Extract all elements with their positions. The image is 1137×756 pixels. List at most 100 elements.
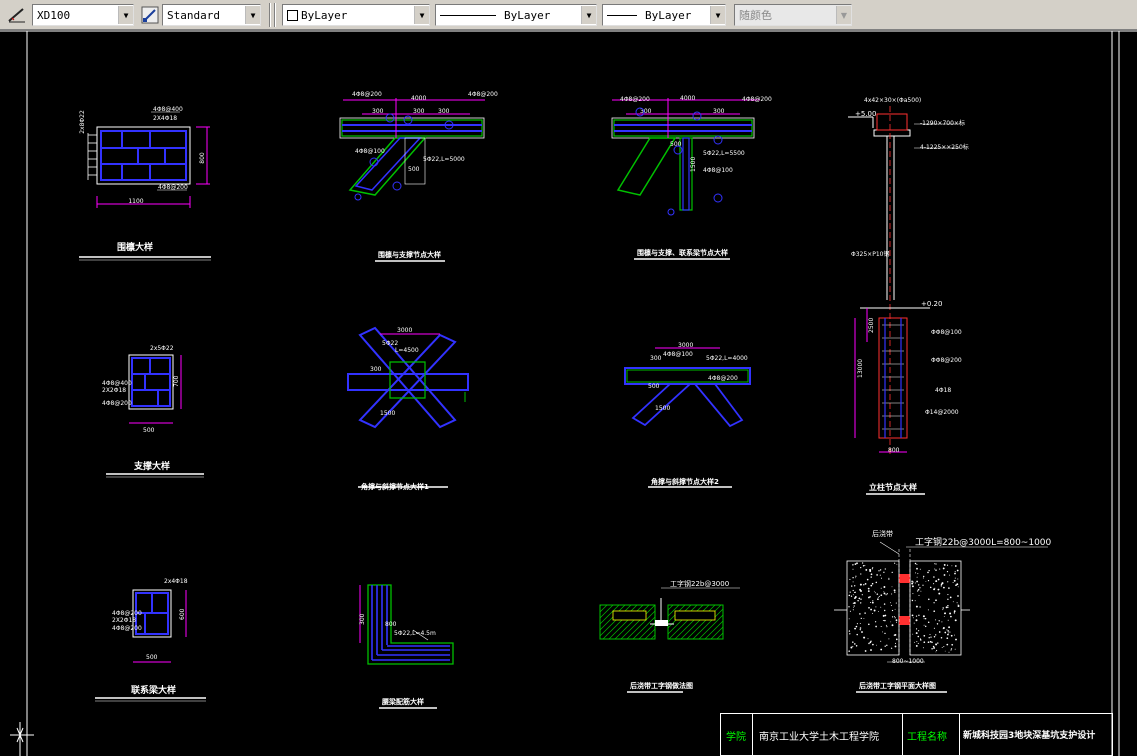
concrete-speckle — [954, 572, 956, 575]
concrete-speckle — [849, 633, 851, 635]
detail-post-cast-strip-steel[interactable]: 工字钢22b@3000 后浇带工字钢做法图 — [599, 579, 740, 693]
concrete-speckle — [957, 605, 960, 607]
concrete-speckle — [911, 614, 914, 617]
concrete-speckle — [942, 628, 944, 630]
concrete-speckle — [883, 603, 886, 605]
dimstyle-dropdown[interactable]: XD100 ▼ — [32, 4, 134, 26]
concrete-speckle — [940, 585, 942, 587]
concrete-speckle — [880, 577, 883, 579]
concrete-speckle — [872, 567, 874, 569]
detail-post-cast-strip-plan[interactable]: 800~1000 后浇带 工字钢22b@3000L=800~1000 后浇带工字… — [834, 529, 1052, 693]
note-text: 工字钢22b@3000L=800~1000 — [915, 536, 1052, 548]
concrete-speckle — [880, 606, 882, 608]
concrete-speckle — [957, 595, 959, 597]
concrete-speckle — [944, 631, 947, 634]
concrete-speckle — [859, 597, 861, 599]
dim-text: 600 — [179, 608, 186, 620]
detail-ring-beam[interactable]: 1100 800 2x8Φ22 4Φ8@400 2X4Φ18 4Φ8@200 围… — [79, 106, 211, 261]
concrete-speckle — [850, 646, 853, 649]
textstyle-dropdown[interactable]: Standard ▼ — [162, 4, 261, 26]
concrete-speckle — [912, 581, 914, 583]
concrete-speckle — [922, 584, 924, 586]
concrete-speckle — [859, 629, 861, 631]
concrete-speckle — [855, 575, 857, 577]
concrete-speckle — [946, 637, 949, 640]
dim-text: 300 — [413, 108, 425, 115]
dim-text: 800 — [888, 447, 900, 454]
note-text: 2X2Φ18 — [112, 617, 136, 624]
concrete-speckle — [870, 573, 873, 576]
detail-ring-beam-brace-node[interactable]: 4000 300 300 300 500 4Φ8@200 4Φ8@100 5Φ2… — [339, 91, 498, 262]
concrete-speckle — [929, 640, 932, 643]
concrete-speckle — [886, 593, 888, 595]
concrete-speckle — [952, 582, 954, 583]
lineweight-dropdown[interactable]: ByLayer ▼ — [602, 4, 726, 26]
layer-color-value: ByLayer — [301, 8, 348, 22]
detail-brace[interactable]: 500 700 2x5Φ22 4Φ8@400 2X2Φ18 4Φ8@200 支撑… — [102, 345, 204, 478]
drawing-canvas[interactable]: 1100 800 2x8Φ22 4Φ8@400 2X4Φ18 4Φ8@200 围… — [0, 30, 1137, 756]
concrete-speckle — [937, 578, 940, 581]
textstyle-value: Standard — [167, 8, 220, 22]
detail-tie-beam[interactable]: 500 600 2x4Φ18 4Φ8@200 2X2Φ18 4Φ8@200 联系… — [95, 578, 206, 702]
detail-corner-brace-node-1[interactable]: 3000 1500 300 5Φ22 L=4500 角撑与斜撑节点大样1 — [347, 326, 469, 491]
concrete-speckle — [943, 586, 945, 589]
concrete-speckle — [927, 641, 930, 644]
concrete-speckle — [949, 596, 952, 599]
note-text: 5Φ22,L=4000 — [706, 355, 748, 362]
concrete-speckle — [953, 612, 956, 614]
concrete-speckle — [915, 619, 918, 622]
textstyle-icon[interactable] — [139, 4, 161, 26]
concrete-speckle — [890, 604, 892, 606]
chevron-down-icon: ▼ — [836, 6, 851, 24]
concrete-speckle — [880, 625, 882, 627]
note-text: 后浇带 — [872, 529, 893, 538]
concrete-speckle — [953, 579, 956, 582]
concrete-speckle — [943, 646, 945, 648]
dim-text: 300 — [370, 366, 382, 373]
layer-color-dropdown[interactable]: ByLayer ▼ — [282, 4, 430, 26]
concrete-speckle — [894, 633, 897, 636]
concrete-speckle — [929, 586, 932, 589]
concrete-speckle — [924, 617, 927, 620]
concrete-speckle — [948, 626, 951, 629]
concrete-speckle — [947, 630, 950, 632]
concrete-speckle — [890, 602, 891, 604]
concrete-speckle — [859, 583, 862, 586]
concrete-speckle — [868, 623, 870, 626]
concrete-speckle — [882, 619, 884, 622]
detail-corner-brace-node-2[interactable]: 3000 1500 300 500 4Φ8@100 5Φ22,L=4000 4Φ… — [624, 342, 751, 488]
concrete-speckle — [917, 642, 919, 644]
concrete-speckle — [884, 632, 886, 635]
toolbar-separator — [274, 3, 276, 27]
concrete-speckle — [874, 621, 877, 623]
concrete-speckle — [911, 580, 913, 583]
concrete-speckle — [879, 569, 882, 571]
dimstyle-icon[interactable] — [6, 4, 28, 26]
concrete-speckle — [864, 565, 866, 566]
concrete-speckle — [852, 609, 854, 611]
dim-text: 800 — [385, 621, 397, 628]
detail-ring-beam-brace-tie-node[interactable]: 4000 300 300 500 1500 4Φ8@200 5Φ22,L=550… — [611, 95, 772, 260]
detail-column-node[interactable]: +5.00 800 2500 13000 +0.20 4x42×30×(Φa50… — [848, 97, 969, 495]
detail-waist-beam-rebar[interactable]: 300 800 5Φ22,L=4.5m 腰梁配筋大样 — [359, 584, 454, 709]
concrete-speckle — [891, 624, 894, 627]
concrete-speckle — [954, 634, 956, 636]
concrete-speckle — [859, 623, 861, 624]
concrete-speckle — [871, 582, 874, 585]
dim-text: 3000 — [678, 342, 693, 349]
concrete-speckle — [894, 608, 896, 610]
concrete-speckle — [914, 600, 916, 602]
dim-text: 2500 — [868, 318, 875, 333]
concrete-speckle — [915, 615, 918, 617]
concrete-speckle — [870, 640, 872, 642]
concrete-speckle — [944, 650, 946, 652]
title-label-college: 学院 — [726, 732, 746, 743]
concrete-speckle — [923, 624, 925, 626]
note-text: 5Φ22,L=5500 — [703, 150, 745, 157]
note-text: 4Φ8@100 — [355, 148, 385, 155]
concrete-speckle — [855, 645, 858, 647]
linetype-dropdown[interactable]: ByLayer ▼ — [435, 4, 597, 26]
concrete-speckle — [917, 635, 920, 638]
concrete-speckle — [854, 643, 856, 645]
title-value-project: 新城科技园3地块深基坑支护设计 — [963, 731, 1096, 741]
